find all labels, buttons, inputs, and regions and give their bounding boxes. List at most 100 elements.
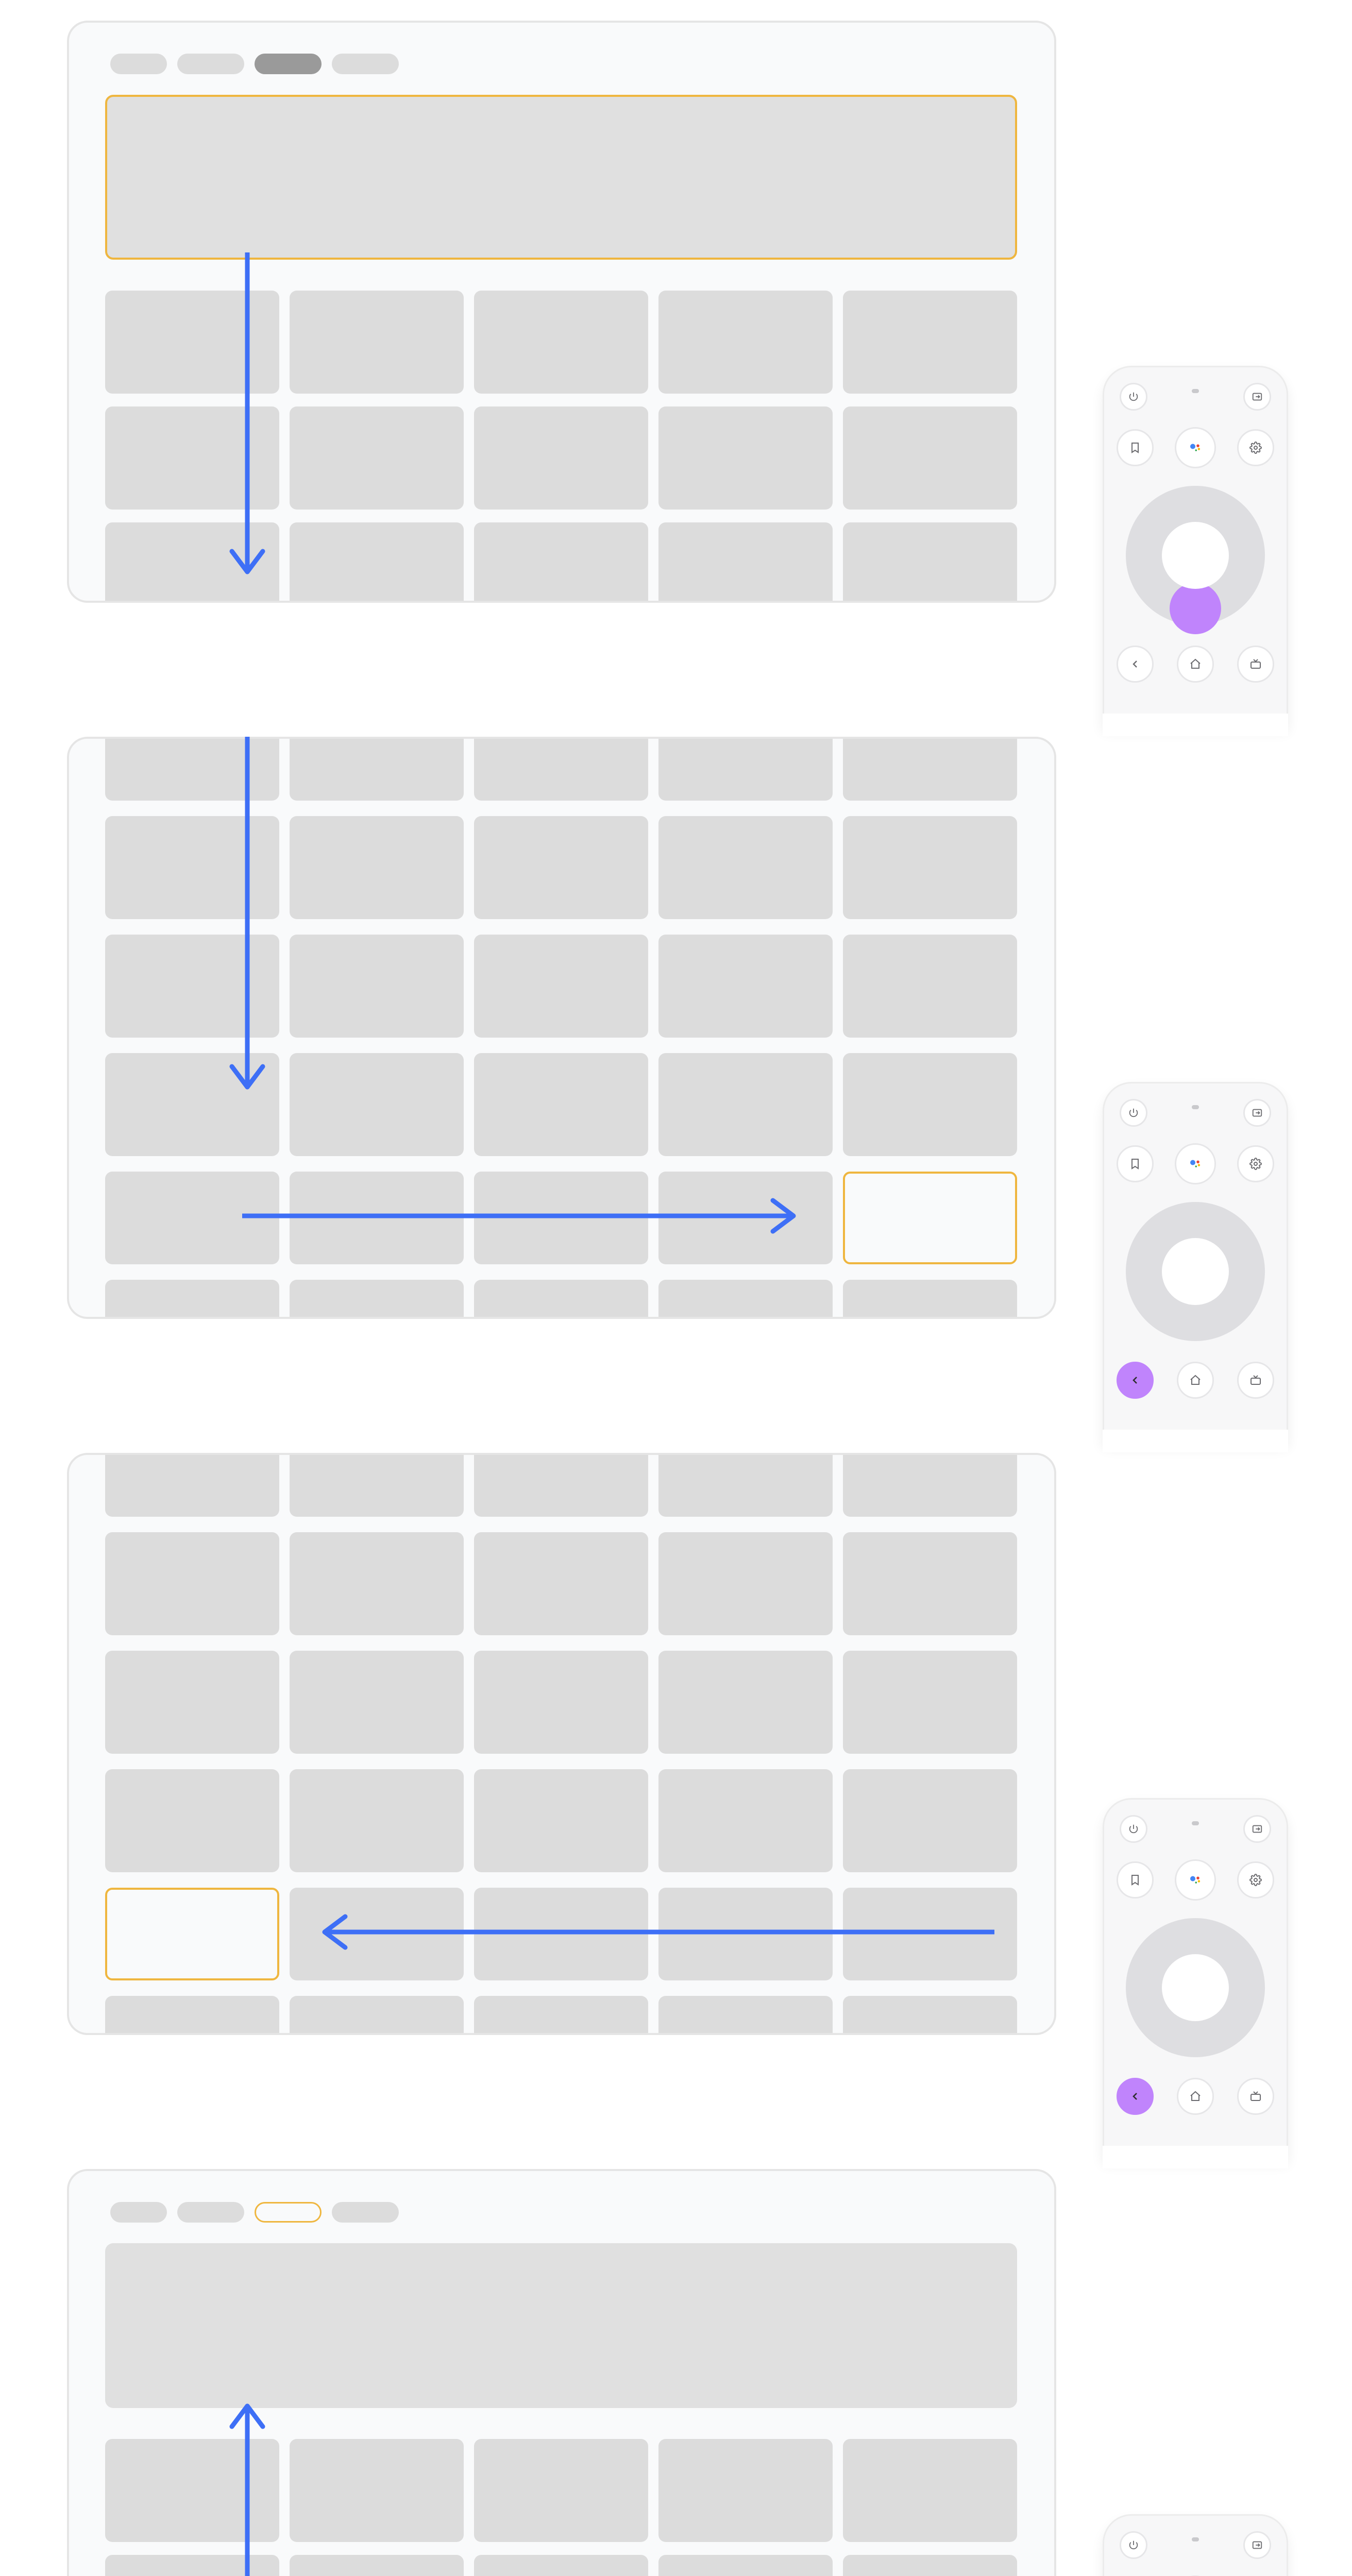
tab-3-focused[interactable]	[255, 2202, 322, 2223]
grid-card[interactable]	[290, 935, 464, 1038]
dpad[interactable]	[1126, 486, 1265, 625]
grid-card[interactable]	[843, 522, 1017, 603]
grid-card[interactable]	[658, 816, 833, 919]
grid-card[interactable]	[843, 737, 1017, 801]
tab-1[interactable]	[110, 54, 167, 74]
tab-1[interactable]	[110, 2202, 167, 2223]
home-button[interactable]	[1177, 646, 1214, 683]
bookmark-button[interactable]	[1117, 429, 1154, 466]
tab-2[interactable]	[177, 2202, 244, 2223]
grid-card[interactable]	[658, 935, 833, 1038]
grid-card[interactable]	[290, 737, 464, 801]
power-button[interactable]	[1120, 1099, 1147, 1127]
grid-card[interactable]	[290, 522, 464, 603]
grid-card[interactable]	[474, 935, 648, 1038]
grid-card[interactable]	[474, 1453, 648, 1517]
grid-card[interactable]	[658, 1532, 833, 1635]
assistant-button[interactable]	[1175, 1143, 1216, 1184]
bookmark-button[interactable]	[1117, 1145, 1154, 1182]
dpad[interactable]	[1126, 1918, 1265, 2057]
grid-card[interactable]	[290, 1769, 464, 1872]
grid-card[interactable]	[474, 2555, 648, 2576]
grid-card[interactable]	[658, 737, 833, 801]
input-button[interactable]	[1243, 2531, 1271, 2559]
hero-banner-focused[interactable]	[105, 95, 1017, 260]
input-button[interactable]	[1243, 383, 1271, 411]
grid-card[interactable]	[658, 1280, 833, 1319]
tab-3-active[interactable]	[255, 54, 322, 74]
grid-card[interactable]	[474, 522, 648, 603]
livetv-button[interactable]	[1237, 2078, 1274, 2115]
livetv-button[interactable]	[1237, 1362, 1274, 1399]
grid-card[interactable]	[290, 2555, 464, 2576]
grid-card[interactable]	[290, 2439, 464, 2542]
grid-card[interactable]	[474, 406, 648, 510]
grid-card[interactable]	[658, 1769, 833, 1872]
dpad[interactable]	[1126, 1202, 1265, 1341]
grid-card[interactable]	[843, 1651, 1017, 1754]
grid-card[interactable]	[843, 1532, 1017, 1635]
assistant-button[interactable]	[1175, 1859, 1216, 1901]
grid-card[interactable]	[105, 1996, 279, 2035]
tab-4[interactable]	[332, 2202, 399, 2223]
grid-card[interactable]	[658, 522, 833, 603]
power-button[interactable]	[1120, 1815, 1147, 1843]
grid-card[interactable]	[290, 1532, 464, 1635]
grid-card[interactable]	[290, 1996, 464, 2035]
grid-card[interactable]	[474, 1532, 648, 1635]
grid-card[interactable]	[105, 1280, 279, 1319]
power-button[interactable]	[1120, 2531, 1147, 2559]
grid-card[interactable]	[843, 291, 1017, 394]
grid-card[interactable]	[474, 1996, 648, 2035]
grid-card[interactable]	[474, 816, 648, 919]
grid-card[interactable]	[290, 1651, 464, 1754]
input-button[interactable]	[1243, 1099, 1271, 1127]
grid-card[interactable]	[105, 1769, 279, 1872]
power-button[interactable]	[1120, 383, 1147, 411]
back-button[interactable]	[1117, 646, 1154, 683]
grid-card[interactable]	[290, 1453, 464, 1517]
home-button[interactable]	[1177, 1362, 1214, 1399]
grid-card[interactable]	[843, 1996, 1017, 2035]
grid-card[interactable]	[658, 2439, 833, 2542]
tab-4[interactable]	[332, 54, 399, 74]
assistant-button[interactable]	[1175, 427, 1216, 468]
grid-card[interactable]	[474, 1280, 648, 1319]
grid-card[interactable]	[843, 816, 1017, 919]
grid-card[interactable]	[474, 1651, 648, 1754]
grid-card[interactable]	[843, 2439, 1017, 2542]
grid-card[interactable]	[843, 935, 1017, 1038]
grid-card[interactable]	[658, 291, 833, 394]
grid-card[interactable]	[290, 291, 464, 394]
grid-card[interactable]	[658, 1453, 833, 1517]
settings-button[interactable]	[1237, 429, 1274, 466]
grid-card[interactable]	[658, 1651, 833, 1754]
tab-2[interactable]	[177, 54, 244, 74]
grid-card[interactable]	[290, 816, 464, 919]
back-button-active[interactable]	[1117, 1362, 1154, 1399]
grid-card[interactable]	[474, 2439, 648, 2542]
dpad-select[interactable]	[1162, 522, 1229, 589]
grid-card[interactable]	[105, 1532, 279, 1635]
grid-card[interactable]	[843, 1769, 1017, 1872]
settings-button[interactable]	[1237, 1861, 1274, 1899]
grid-card[interactable]	[290, 1053, 464, 1156]
dpad-select[interactable]	[1162, 1238, 1229, 1305]
grid-card-focused[interactable]	[843, 1172, 1017, 1264]
grid-card[interactable]	[658, 406, 833, 510]
dpad-select[interactable]	[1162, 1954, 1229, 2021]
grid-card[interactable]	[843, 1453, 1017, 1517]
grid-card[interactable]	[658, 1996, 833, 2035]
bookmark-button[interactable]	[1117, 1861, 1154, 1899]
grid-card[interactable]	[105, 1453, 279, 1517]
grid-card-focused[interactable]	[105, 1888, 279, 1980]
grid-card[interactable]	[290, 406, 464, 510]
grid-card[interactable]	[474, 1769, 648, 1872]
home-button[interactable]	[1177, 2078, 1214, 2115]
grid-card[interactable]	[658, 1053, 833, 1156]
grid-card[interactable]	[474, 1053, 648, 1156]
input-button[interactable]	[1243, 1815, 1271, 1843]
settings-button[interactable]	[1237, 1145, 1274, 1182]
grid-card[interactable]	[658, 2555, 833, 2576]
livetv-button[interactable]	[1237, 646, 1274, 683]
